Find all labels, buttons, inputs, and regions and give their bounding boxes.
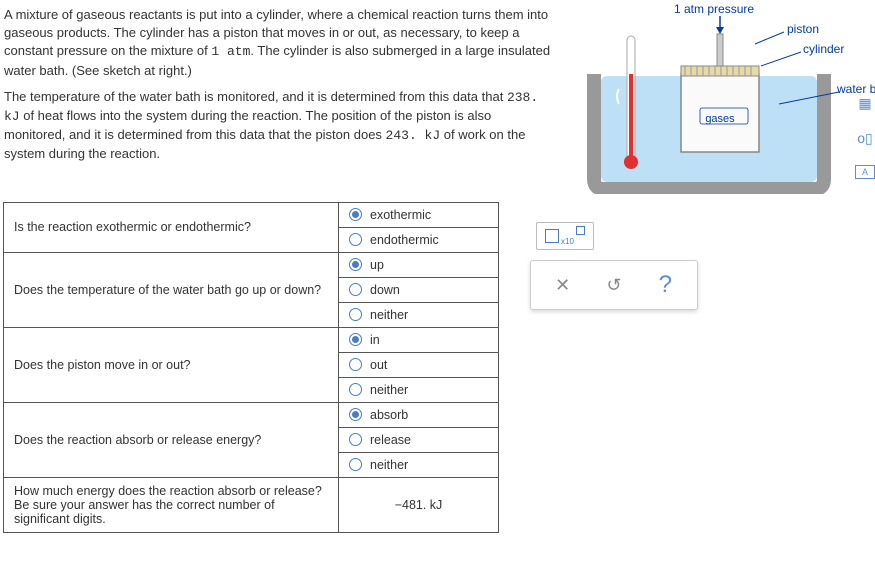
side-icon-3[interactable]: A [855, 165, 875, 179]
question-3: Does the piston move in or out? [4, 327, 339, 402]
radio-icon [349, 433, 362, 446]
reset-button[interactable]: ↺ [594, 271, 634, 299]
option-label: neither [370, 458, 408, 472]
piston-label: piston [787, 22, 819, 36]
value-work: 243. kJ [386, 128, 441, 143]
side-icon-1[interactable]: ▦ [855, 95, 875, 112]
question-5: How much energy does the reaction absorb… [4, 477, 339, 532]
option-label: absorb [370, 408, 408, 422]
gases-label-svg: gases [705, 113, 735, 125]
sci-notation-button[interactable]: x10 [536, 222, 594, 250]
option-label: in [370, 333, 380, 347]
option-label: out [370, 358, 387, 372]
clear-button[interactable]: ✕ [543, 271, 583, 299]
option-label: neither [370, 308, 408, 322]
option-label: endothermic [370, 233, 439, 247]
option-out[interactable]: out [339, 353, 498, 378]
question-1: Is the reaction exothermic or endothermi… [4, 202, 339, 252]
radio-icon [349, 233, 362, 246]
answer-toolbox: x10 ✕ ↺ ? [530, 222, 700, 310]
option-label: exothermic [370, 208, 431, 222]
option-endothermic[interactable]: endothermic [339, 228, 498, 252]
exp-box-icon [576, 226, 585, 235]
radio-icon [349, 408, 362, 421]
question-4: Does the reaction absorb or release ener… [4, 402, 339, 477]
cylinder-label: cylinder [803, 42, 844, 56]
value-pressure: 1 atm [211, 44, 250, 59]
pressure-label: 1 atm pressure [674, 2, 754, 16]
side-tool-icons: ▦ o▯ A [855, 95, 875, 197]
option-neither-3[interactable]: neither [339, 378, 498, 402]
option-label: neither [370, 383, 408, 397]
box-icon [545, 229, 559, 243]
energy-answer-value[interactable]: −481. kJ [395, 498, 443, 512]
radio-icon [349, 358, 362, 371]
answer-table: Is the reaction exothermic or endothermi… [3, 202, 499, 533]
option-absorb[interactable]: absorb [339, 403, 498, 428]
problem-statement: A mixture of gaseous reactants is put in… [0, 0, 560, 178]
option-in[interactable]: in [339, 328, 498, 353]
waterbath-label: water bath [837, 82, 875, 96]
help-icon: ? [659, 271, 672, 299]
radio-icon [349, 458, 362, 471]
reset-icon: ↺ [606, 275, 621, 296]
x10-label: x10 [561, 237, 574, 246]
option-neither-2[interactable]: neither [339, 303, 498, 327]
diagram-svg: gases [569, 4, 869, 194]
x-icon: ✕ [555, 275, 570, 296]
radio-icon [349, 333, 362, 346]
option-down[interactable]: down [339, 278, 498, 303]
radio-icon [349, 383, 362, 396]
side-icon-2[interactable]: o▯ [855, 130, 875, 147]
radio-icon [349, 258, 362, 271]
radio-icon [349, 308, 362, 321]
radio-icon [349, 208, 362, 221]
problem-para2-a: The temperature of the water bath is mon… [4, 89, 507, 104]
option-label: up [370, 258, 384, 272]
help-button[interactable]: ? [645, 271, 685, 299]
option-up[interactable]: up [339, 253, 498, 278]
question-2: Does the temperature of the water bath g… [4, 252, 339, 327]
toolbox-buttons: ✕ ↺ ? [530, 260, 698, 310]
option-neither-4[interactable]: neither [339, 453, 498, 477]
option-exothermic[interactable]: exothermic [339, 203, 498, 228]
option-label: down [370, 283, 400, 297]
option-release[interactable]: release [339, 428, 498, 453]
option-label: release [370, 433, 411, 447]
apparatus-diagram: gases 1 atm pressure piston cylinder wat… [569, 4, 869, 194]
radio-icon [349, 283, 362, 296]
